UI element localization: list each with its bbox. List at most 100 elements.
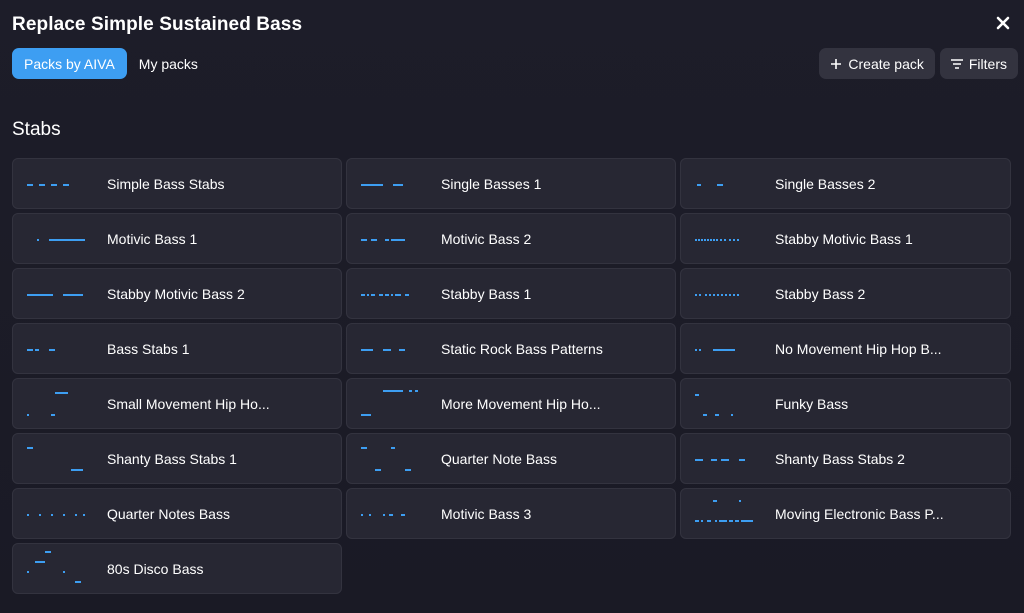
- pack-name: 80s Disco Bass: [107, 560, 204, 577]
- pattern-preview: [25, 384, 85, 424]
- note-mark: [713, 293, 715, 296]
- note-mark: [724, 238, 726, 241]
- pack-card[interactable]: Single Basses 2: [680, 158, 1011, 209]
- note-mark: [27, 570, 29, 573]
- pack-name: Funky Bass: [775, 395, 849, 412]
- pattern-preview: [25, 494, 85, 534]
- note-mark: [35, 560, 45, 563]
- note-mark: [361, 293, 365, 296]
- pattern-preview-svg: [27, 513, 85, 516]
- pack-name: Simple Bass Stabs: [107, 175, 225, 192]
- note-mark: [361, 513, 363, 516]
- note-mark: [739, 458, 745, 461]
- tab-my-packs[interactable]: My packs: [127, 48, 210, 79]
- note-mark: [717, 293, 719, 296]
- note-mark: [393, 183, 403, 186]
- pattern-preview: [693, 439, 753, 479]
- section-title: Stabs: [12, 119, 61, 140]
- pack-card[interactable]: Stabby Motivic Bass 2: [12, 268, 342, 319]
- pattern-preview-svg: [697, 183, 723, 186]
- tab-packs-by-aiva[interactable]: Packs by AIVA: [12, 48, 127, 79]
- pack-card[interactable]: Motivic Bass 1: [12, 213, 342, 264]
- pack-card[interactable]: Quarter Notes Bass: [12, 488, 342, 539]
- note-mark: [391, 446, 395, 449]
- pattern-preview-svg: [361, 389, 418, 416]
- pack-card[interactable]: Single Basses 1: [346, 158, 676, 209]
- note-mark: [27, 183, 33, 186]
- note-mark: [695, 348, 697, 351]
- note-mark: [401, 513, 405, 516]
- note-mark: [27, 513, 29, 516]
- pack-name: Quarter Notes Bass: [107, 505, 230, 522]
- note-mark: [39, 183, 45, 186]
- note-mark: [63, 513, 65, 516]
- pattern-preview-svg: [361, 183, 403, 186]
- note-mark: [49, 348, 55, 351]
- pack-card[interactable]: Bass Stabs 1: [12, 323, 342, 374]
- pack-name: Single Basses 1: [441, 175, 542, 192]
- pack-card[interactable]: Motivic Bass 2: [346, 213, 676, 264]
- pack-card[interactable]: Small Movement Hip Ho...: [12, 378, 342, 429]
- pack-card[interactable]: Static Rock Bass Patterns: [346, 323, 676, 374]
- note-mark: [383, 389, 403, 392]
- pack-name: Shanty Bass Stabs 1: [107, 450, 237, 467]
- note-mark: [695, 393, 699, 396]
- note-mark: [710, 238, 712, 241]
- pack-card[interactable]: 80s Disco Bass: [12, 543, 342, 594]
- note-mark: [715, 413, 719, 416]
- pack-card[interactable]: Stabby Bass 1: [346, 268, 676, 319]
- filters-label: Filters: [968, 55, 1007, 72]
- pattern-preview: [693, 384, 753, 424]
- pack-card[interactable]: Stabby Motivic Bass 1: [680, 213, 1011, 264]
- pattern-preview-svg: [695, 238, 739, 241]
- close-button[interactable]: [992, 12, 1014, 34]
- pack-name: Motivic Bass 1: [107, 230, 198, 247]
- pack-card[interactable]: Funky Bass: [680, 378, 1011, 429]
- note-mark: [383, 513, 385, 516]
- note-mark: [717, 183, 723, 186]
- pack-card[interactable]: No Movement Hip Hop B...: [680, 323, 1011, 374]
- note-mark: [371, 293, 375, 296]
- note-mark: [75, 513, 77, 516]
- pattern-preview-svg: [361, 293, 409, 296]
- pack-name: Stabby Bass 2: [775, 285, 866, 302]
- pattern-preview: [25, 164, 85, 204]
- pack-card[interactable]: Shanty Bass Stabs 2: [680, 433, 1011, 484]
- note-mark: [75, 580, 81, 583]
- pattern-preview-svg: [27, 293, 83, 296]
- create-pack-button[interactable]: Create pack: [819, 48, 935, 79]
- note-mark: [391, 293, 393, 296]
- note-mark: [399, 348, 405, 351]
- note-mark: [733, 238, 735, 241]
- pattern-preview-svg: [27, 391, 68, 416]
- note-mark: [698, 238, 700, 241]
- pack-card[interactable]: Motivic Bass 3: [346, 488, 676, 539]
- pattern-preview-svg: [695, 393, 733, 416]
- pack-card[interactable]: Simple Bass Stabs: [12, 158, 342, 209]
- note-mark: [699, 348, 701, 351]
- note-mark: [719, 519, 727, 522]
- pack-card[interactable]: Stabby Bass 2: [680, 268, 1011, 319]
- note-mark: [733, 293, 735, 296]
- filters-button[interactable]: Filters: [939, 48, 1018, 79]
- pack-name: Motivic Bass 3: [441, 505, 532, 522]
- pattern-preview: [693, 494, 753, 534]
- note-mark: [729, 293, 731, 296]
- pattern-preview: [359, 219, 419, 259]
- note-mark: [705, 293, 707, 296]
- note-mark: [49, 238, 85, 241]
- note-mark: [65, 391, 68, 394]
- note-mark: [371, 238, 377, 241]
- pack-card[interactable]: Shanty Bass Stabs 1: [12, 433, 342, 484]
- note-mark: [713, 238, 715, 241]
- pattern-preview: [693, 274, 753, 314]
- pack-card[interactable]: Moving Electronic Bass P...: [680, 488, 1011, 539]
- note-mark: [361, 238, 367, 241]
- pattern-preview: [25, 274, 85, 314]
- pack-card[interactable]: Quarter Note Bass: [346, 433, 676, 484]
- note-mark: [707, 238, 709, 241]
- pack-card[interactable]: More Movement Hip Ho...: [346, 378, 676, 429]
- note-mark: [83, 513, 85, 516]
- pattern-preview: [359, 439, 419, 479]
- pattern-preview-svg: [361, 348, 405, 351]
